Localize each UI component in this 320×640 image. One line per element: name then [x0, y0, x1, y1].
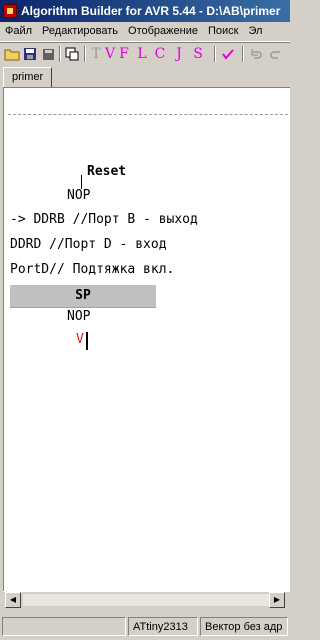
toolbar-c-button[interactable]: C: [154, 46, 166, 62]
tab-strip: primer: [0, 65, 290, 87]
app-icon: [3, 4, 17, 18]
status-panel-empty: [2, 617, 126, 636]
portd-line[interactable]: PortD// Подтяжка вкл.: [10, 262, 174, 277]
ddrd-line[interactable]: DDRD //Порт D - вход: [10, 237, 167, 252]
save-icon[interactable]: [22, 46, 38, 62]
window-title: Algorithm Builder for AVR 5.44 - D:\AB\p…: [21, 4, 281, 18]
tab-primer[interactable]: primer: [3, 67, 53, 87]
copy-window-icon[interactable]: [64, 46, 80, 62]
toolbar-text-button[interactable]: T: [90, 46, 102, 62]
toolbar-s-button[interactable]: S: [192, 46, 204, 62]
title-bar[interactable]: Algorithm Builder for AVR 5.44 - D:\AB\p…: [0, 0, 290, 22]
toolbar-f-button[interactable]: F: [118, 46, 130, 62]
reset-marker: [81, 175, 82, 189]
menu-elements[interactable]: Эл: [243, 22, 267, 41]
ddrb-line[interactable]: -> DDRB //Порт B - выход: [10, 212, 198, 227]
status-info: Вектор без адр: [200, 617, 288, 636]
scroll-left-icon[interactable]: ◀: [5, 592, 21, 608]
scroll-track[interactable]: [23, 594, 285, 606]
page-top-boundary: [8, 114, 288, 115]
reset-label[interactable]: Reset: [87, 164, 126, 179]
menu-edit[interactable]: Редактировать: [37, 22, 123, 41]
toolbar: T V F L C J S: [0, 42, 290, 65]
toolbar-v-button[interactable]: V: [104, 46, 116, 62]
menu-bar: Файл Редактировать Отображение Поиск Эл: [0, 22, 290, 42]
open-folder-icon[interactable]: [4, 46, 20, 62]
menu-file[interactable]: Файл: [0, 22, 37, 41]
checkmark-icon[interactable]: [220, 46, 236, 62]
save-all-icon[interactable]: [40, 46, 56, 62]
red-v-marker[interactable]: V: [76, 332, 84, 347]
menu-search[interactable]: Поиск: [203, 22, 243, 41]
sp-label: SP: [75, 288, 91, 303]
menu-view[interactable]: Отображение: [123, 22, 203, 41]
undo-icon[interactable]: [248, 46, 264, 62]
status-device: ATtiny2313: [128, 617, 198, 636]
redo-icon[interactable]: [268, 46, 284, 62]
sp-block[interactable]: SP: [10, 285, 156, 308]
status-bar: ATtiny2313 Вектор без адр: [0, 614, 290, 640]
horizontal-scrollbar[interactable]: ◀ ▶: [3, 591, 290, 609]
nop-line-2[interactable]: NOP: [67, 309, 90, 324]
toolbar-j-button[interactable]: J: [173, 46, 185, 62]
text-cursor: [86, 332, 88, 350]
scroll-right-icon[interactable]: ▶: [269, 592, 285, 608]
nop-line-1[interactable]: NOP: [67, 188, 90, 203]
algorithm-editor[interactable]: Reset NOP -> DDRB //Порт B - выход DDRD …: [3, 87, 290, 591]
toolbar-l-button[interactable]: L: [136, 46, 148, 62]
